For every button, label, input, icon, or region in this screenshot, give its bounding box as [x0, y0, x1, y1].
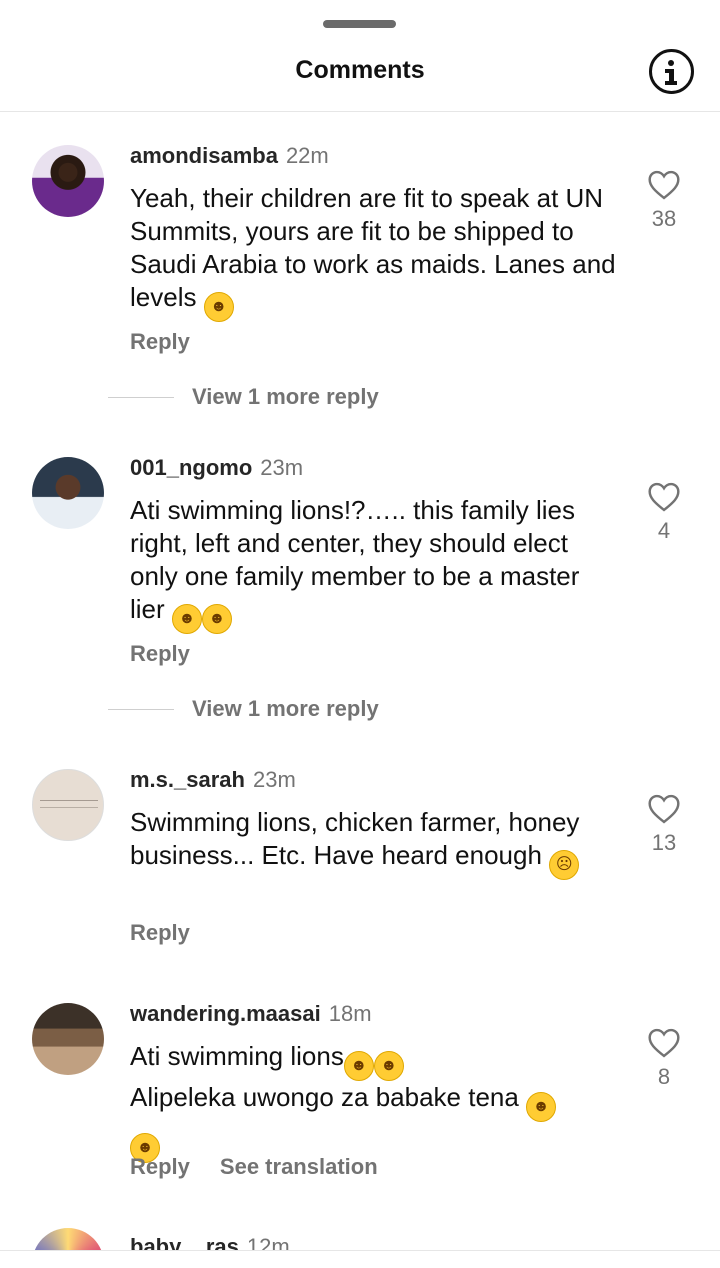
laughing-emoji: ☻ — [201, 604, 232, 634]
comment-username[interactable]: 001_ngomo — [130, 455, 252, 480]
reply-button[interactable]: Reply — [130, 641, 190, 666]
drag-handle[interactable] — [323, 20, 396, 28]
laughing-emoji: ☻ — [526, 1092, 557, 1122]
heart-outline-icon — [648, 170, 680, 200]
comment-time: 18m — [328, 1001, 372, 1026]
heart-outline-icon — [648, 1028, 680, 1058]
reply-button[interactable]: Reply — [130, 920, 190, 945]
comment-username[interactable]: amondisamba — [130, 143, 278, 168]
like-button[interactable]: 13 — [640, 794, 688, 856]
heart-outline-icon — [648, 794, 680, 824]
laughing-emoji: ☻ — [203, 292, 234, 322]
reply-button[interactable]: Reply — [130, 329, 190, 354]
like-count: 4 — [657, 518, 671, 543]
avatar[interactable] — [32, 1003, 104, 1075]
laughing-emoji: ☻ — [171, 604, 202, 634]
crying-emoji: ☹ — [549, 850, 580, 880]
comment-time: 23m — [260, 455, 304, 480]
info-icon[interactable] — [649, 49, 694, 94]
like-button[interactable]: 8 — [640, 1028, 688, 1090]
view-more-replies[interactable]: View 1 more reply — [108, 384, 379, 410]
rofl-emoji: ☻ — [343, 1051, 374, 1081]
rofl-emoji: ☻ — [373, 1051, 404, 1081]
comment-time: 23m — [252, 767, 296, 792]
avatar[interactable] — [32, 769, 104, 841]
comment-time: 22m — [285, 143, 329, 168]
reply-button[interactable]: Reply — [130, 1154, 190, 1179]
view-more-replies[interactable]: View 1 more reply — [108, 696, 379, 722]
see-translation-button[interactable]: See translation — [220, 1154, 378, 1179]
page-title: Comments — [295, 56, 425, 84]
comments-sheet: Comments amondisamba 22m Yeah, their chil… — [0, 0, 720, 1268]
like-button[interactable]: 38 — [640, 170, 688, 232]
like-count: 13 — [651, 830, 677, 855]
comment-text: Ati swimming lions ☻ ☻ Alipeleka uwongo za… — [130, 1040, 620, 1163]
avatar[interactable] — [32, 145, 104, 217]
comment-username[interactable]: wandering.maasai — [130, 1001, 321, 1026]
comments-header: Comments — [0, 0, 720, 112]
comment-text: Ati swimming lions!?….. this family lies… — [130, 494, 620, 634]
avatar[interactable] — [32, 457, 104, 529]
heart-outline-icon — [648, 482, 680, 512]
bottom-divider — [0, 1250, 720, 1268]
like-count: 8 — [657, 1064, 671, 1089]
comment-text: Swimming lions, chicken farmer, honey bu… — [130, 806, 620, 880]
comment-username[interactable]: m.s._sarah — [130, 767, 245, 792]
comment-text: Yeah, their children are fit to speak at… — [130, 182, 620, 322]
like-count: 38 — [651, 206, 677, 231]
like-button[interactable]: 4 — [640, 482, 688, 544]
